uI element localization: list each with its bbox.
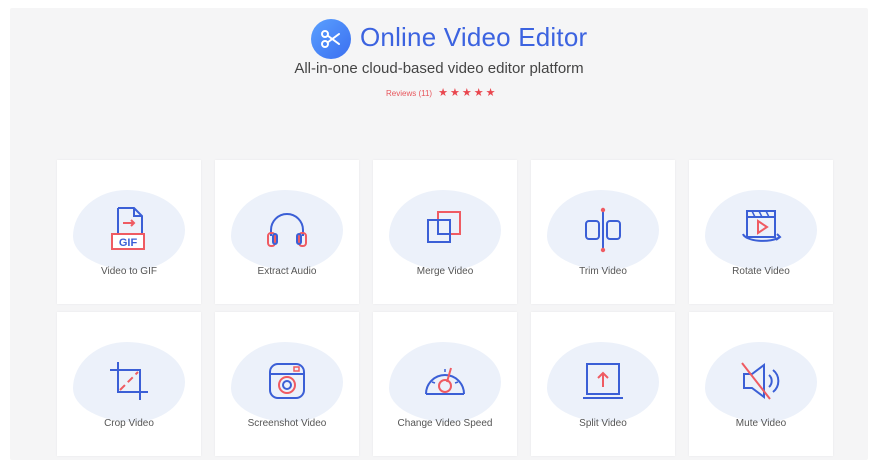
headphones-icon [267, 213, 307, 247]
page: Online Video Editor All-in-one cloud-bas… [10, 8, 868, 460]
star-icon: ★ [461, 87, 472, 99]
star-icon: ★ [473, 87, 484, 99]
crop-icon [110, 362, 148, 400]
star-icon: ★ [438, 87, 448, 99]
tool-label: Change Video Speed [397, 418, 493, 429]
speedometer-icon [425, 367, 465, 395]
svg-text:GIF: GIF [119, 237, 138, 249]
tool-label: Extract Audio [257, 266, 317, 277]
scissors-icon[interactable] [311, 19, 351, 59]
mute-speaker-icon [741, 362, 780, 400]
tool-card-mute-video[interactable]: Mute Video [689, 312, 833, 456]
rating-stars: ★ ★ ★ ★ ★ [438, 88, 495, 99]
tool-label: Rotate Video [732, 266, 790, 277]
tool-card-merge-video[interactable]: Merge Video [373, 160, 517, 304]
header: Online Video Editor All-in-one cloud-bas… [10, 8, 868, 118]
reviews-summary[interactable]: Reviews (11) ★ ★ ★ ★ ★ [386, 88, 495, 99]
tool-card-change-video-speed[interactable]: Change Video Speed [373, 312, 517, 456]
tool-card-crop-video[interactable]: Crop Video [57, 312, 201, 456]
tool-label: Merge Video [416, 266, 474, 277]
tool-label: Crop Video [104, 418, 154, 429]
tool-card-split-video[interactable]: Split Video [531, 312, 675, 456]
reviews-link[interactable]: Reviews (11) [386, 89, 432, 98]
tool-label: Split Video [579, 418, 627, 429]
camera-icon [269, 363, 305, 399]
rotate-video-icon [742, 210, 782, 242]
gif-file-icon: GIF [111, 207, 145, 250]
tool-label: Mute Video [735, 418, 787, 429]
tool-label: Screenshot Video [247, 418, 327, 429]
page-subtitle: All-in-one cloud-based video editor plat… [294, 60, 584, 77]
trim-icon [585, 207, 621, 253]
tools-grid: GIF Video to GIF Extract Audio Merge Vid… [57, 160, 835, 460]
page-title: Online Video Editor [360, 22, 588, 52]
tool-card-video-to-gif[interactable]: GIF Video to GIF [57, 160, 201, 304]
merge-squares-icon [427, 211, 461, 243]
tool-card-extract-audio[interactable]: Extract Audio [215, 160, 359, 304]
split-screen-icon [583, 363, 623, 399]
star-icon: ★ [449, 87, 460, 99]
tool-card-trim-video[interactable]: Trim Video [531, 160, 675, 304]
tool-label: Video to GIF [101, 266, 157, 277]
tool-card-rotate-video[interactable]: Rotate Video [689, 160, 833, 304]
tool-label: Trim Video [579, 266, 627, 277]
star-icon: ★ [485, 87, 496, 99]
tool-card-screenshot-video[interactable]: Screenshot Video [215, 312, 359, 456]
